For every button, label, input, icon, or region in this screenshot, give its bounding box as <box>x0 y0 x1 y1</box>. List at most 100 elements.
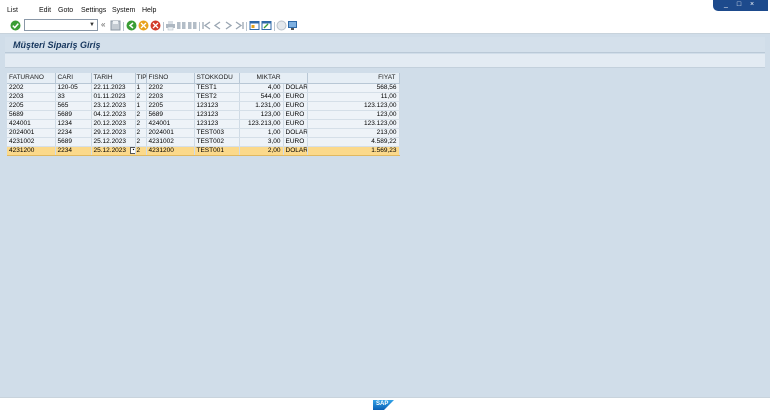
table-cell-miktar[interactable]: 4,00 <box>239 83 284 93</box>
table-row[interactable]: 2205 565 23.12.2023 1 2205 123123 1.231,00 EURO… <box>7 101 400 111</box>
table-cell-birim[interactable]: EURO <box>283 92 308 102</box>
close-button[interactable]: × <box>747 1 757 9</box>
table-cell-cari[interactable]: 120-05 <box>55 83 92 93</box>
table-cell-birim[interactable]: DOLAR <box>283 83 308 93</box>
table-cell-fiyat[interactable]: 213,00 <box>307 128 400 138</box>
cancel-icon[interactable] <box>150 20 161 31</box>
table-cell-fisno[interactable]: 4231200 <box>146 146 195 156</box>
first-page-icon[interactable] <box>201 20 212 31</box>
customize-layout-icon[interactable] <box>287 20 298 31</box>
find-icon[interactable] <box>176 20 187 31</box>
table-cell-fiyat[interactable]: 11,00 <box>307 92 400 102</box>
menu-help[interactable]: Help <box>142 6 156 16</box>
menu-edit[interactable]: Edit <box>39 6 51 16</box>
table-cell-cari[interactable]: 1234 <box>55 119 92 129</box>
table-cell-miktar[interactable]: 544,00 <box>239 92 284 102</box>
table-cell-tarih[interactable]: 25.12.2023 <box>91 137 136 147</box>
column-header-cari[interactable]: CARI <box>55 73 92 84</box>
table-cell-cari[interactable]: 565 <box>55 101 92 111</box>
maximize-button[interactable]: □ <box>734 1 744 9</box>
table-cell-fisno[interactable]: 4231002 <box>146 137 195 147</box>
find-next-icon[interactable] <box>187 20 198 31</box>
table-cell-tarih[interactable]: 25.12.2023 ▪ <box>91 146 136 156</box>
save-icon[interactable] <box>110 20 121 31</box>
table-cell-stokkodu[interactable]: 123123 <box>194 110 240 120</box>
table-row[interactable]: 4231200 2234 25.12.2023 ▪ 2 4231200 TEST001 2,0… <box>7 146 400 156</box>
table-cell-miktar[interactable]: 3,00 <box>239 137 284 147</box>
menu-goto[interactable]: Goto <box>58 6 73 16</box>
table-cell-tarih[interactable]: 22.11.2023 <box>91 83 136 93</box>
menu-list[interactable]: List <box>7 6 18 16</box>
table-cell-birim[interactable]: EURO <box>283 119 308 129</box>
shortcut-icon[interactable] <box>261 20 272 31</box>
table-cell-miktar[interactable]: 2,00 <box>239 146 284 156</box>
table-cell-stokkodu[interactable]: 123123 <box>194 101 240 111</box>
table-cell-fiyat[interactable]: 123.123,00 <box>307 119 400 129</box>
column-header-fisno[interactable]: FISNO <box>146 73 195 84</box>
table-cell-tip[interactable]: 2 <box>135 137 147 147</box>
table-cell-miktar[interactable]: 123.213,00 <box>239 119 284 129</box>
table-row[interactable]: 424001 1234 20.12.2023 2 424001 123123 123.213… <box>7 119 400 129</box>
table-cell-faturano[interactable]: 2205 <box>7 101 56 111</box>
column-header-fiyat[interactable]: FIYAT <box>307 73 400 84</box>
table-cell-miktar[interactable]: 1,00 <box>239 128 284 138</box>
table-cell-cari[interactable]: 5689 <box>55 137 92 147</box>
table-cell-tarih[interactable]: 29.12.2023 <box>91 128 136 138</box>
table-cell-stokkodu[interactable]: TEST2 <box>194 92 240 102</box>
table-cell-miktar[interactable]: 1.231,00 <box>239 101 284 111</box>
table-cell-faturano[interactable]: 5689 <box>7 110 56 120</box>
table-cell-tarih[interactable]: 23.12.2023 <box>91 101 136 111</box>
create-session-icon[interactable] <box>249 20 260 31</box>
table-cell-fisno[interactable]: 2024001 <box>146 128 195 138</box>
minimize-button[interactable]: _ <box>721 1 731 9</box>
table-row[interactable]: 2202 120-05 22.11.2023 1 2202 TEST1 4,00 DOLAR 5… <box>7 83 400 93</box>
table-cell-stokkodu[interactable]: TEST1 <box>194 83 240 93</box>
command-field[interactable]: ▼ <box>24 19 98 31</box>
table-row[interactable]: 4231002 5689 25.12.2023 2 4231002 TEST002 3,00… <box>7 137 400 147</box>
table-cell-tip[interactable]: 1 <box>135 83 147 93</box>
table-cell-cari[interactable]: 5689 <box>55 110 92 120</box>
table-cell-tip[interactable]: 2 <box>135 128 147 138</box>
last-page-icon[interactable] <box>234 20 245 31</box>
table-cell-cari[interactable]: 2234 <box>55 146 92 156</box>
table-cell-fiyat[interactable]: 123.123,00 <box>307 101 400 111</box>
table-cell-stokkodu[interactable]: TEST002 <box>194 137 240 147</box>
table-cell-birim[interactable]: DOLAR <box>283 146 308 156</box>
table-cell-faturano[interactable]: 4231002 <box>7 137 56 147</box>
column-header-stokkodu[interactable]: STOKKODU <box>194 73 240 84</box>
table-cell-tip[interactable]: 2 <box>135 110 147 120</box>
table-row[interactable]: 5689 5689 04.12.2023 2 5689 123123 123,00 EURO 1… <box>7 110 400 120</box>
next-page-icon[interactable] <box>223 20 234 31</box>
chevron-down-icon[interactable]: ▼ <box>88 21 96 29</box>
table-cell-fisno[interactable]: 2205 <box>146 101 195 111</box>
table-cell-fiyat[interactable]: 4.589,22 <box>307 137 400 147</box>
table-cell-stokkodu[interactable]: TEST001 <box>194 146 240 156</box>
table-cell-faturano[interactable]: 2202 <box>7 83 56 93</box>
table-cell-faturano[interactable]: 2203 <box>7 92 56 102</box>
table-cell-tip[interactable]: 2 <box>135 119 147 129</box>
table-cell-birim[interactable]: DOLAR <box>283 128 308 138</box>
column-header-faturano[interactable]: FATURANO <box>7 73 56 84</box>
table-cell-tarih[interactable]: 01.11.2023 <box>91 92 136 102</box>
table-row[interactable]: 2024001 2234 29.12.2023 2 2024001 TEST003 1,00… <box>7 128 400 138</box>
table-cell-birim[interactable]: EURO <box>283 137 308 147</box>
previous-page-icon[interactable] <box>212 20 223 31</box>
column-header-tarih[interactable]: TARIH <box>91 73 136 84</box>
enter-icon[interactable] <box>10 20 21 31</box>
exit-icon[interactable] <box>138 20 149 31</box>
table-cell-fiyat[interactable]: 568,56 <box>307 83 400 93</box>
double-chevron-icon[interactable]: « <box>101 20 105 29</box>
table-cell-tarih[interactable]: 20.12.2023 <box>91 119 136 129</box>
table-cell-stokkodu[interactable]: 123123 <box>194 119 240 129</box>
menu-settings[interactable]: Settings <box>81 6 106 16</box>
table-cell-faturano[interactable]: 424001 <box>7 119 56 129</box>
value-help-icon[interactable]: ▪ <box>130 146 134 154</box>
table-cell-fisno[interactable]: 5689 <box>146 110 195 120</box>
table-cell-cari[interactable]: 2234 <box>55 128 92 138</box>
table-cell-birim[interactable]: EURO <box>283 101 308 111</box>
table-cell-tip[interactable]: 1 <box>135 101 147 111</box>
column-header-miktar[interactable]: MIKTAR <box>239 73 308 84</box>
menu-system[interactable]: System <box>112 6 135 16</box>
print-icon[interactable] <box>165 20 176 31</box>
table-cell-fiyat[interactable]: 123,00 <box>307 110 400 120</box>
